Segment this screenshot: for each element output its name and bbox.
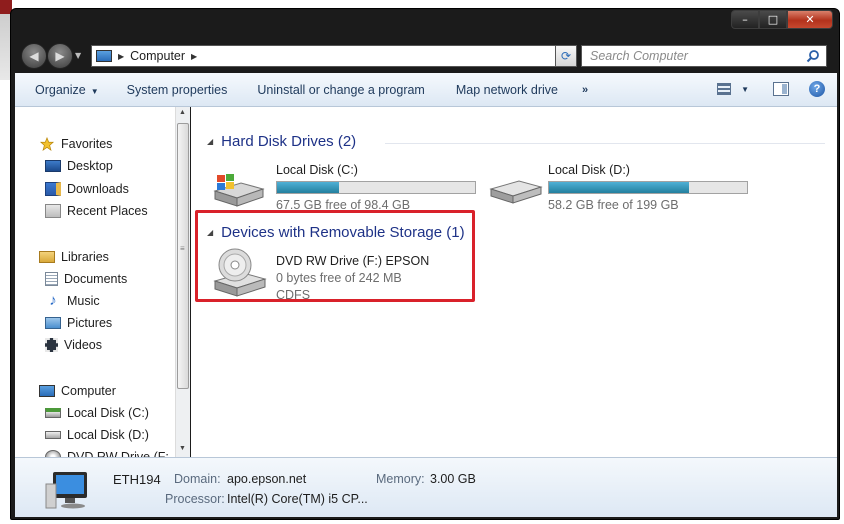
sidebar-item-downloads[interactable]: Downloads: [45, 182, 129, 196]
sidebar-item-label: Recent Places: [67, 204, 148, 218]
domain-value: apo.epson.net: [227, 472, 307, 486]
drive-icon: [489, 180, 543, 204]
sidebar-item-recent-places[interactable]: Recent Places: [45, 204, 148, 218]
search-input[interactable]: [582, 46, 792, 66]
sidebar-item-local-disk-d[interactable]: Local Disk (D:): [45, 428, 149, 442]
sidebar-item-label: Local Disk (C:): [67, 406, 149, 420]
back-button[interactable]: ◀: [21, 43, 47, 69]
forward-arrow-icon: ▶: [55, 49, 65, 63]
breadcrumb-chevron-icon[interactable]: ▶: [191, 52, 197, 61]
navigation-scrollbar[interactable]: ▲ ≡ ▼: [175, 107, 190, 457]
processor-label: Processor:: [165, 492, 225, 506]
sidebar-item-label: Favorites: [61, 137, 113, 151]
libraries-icon: [39, 251, 55, 263]
drive-usage-bar: [276, 181, 476, 194]
sidebar-item-label: Documents: [64, 272, 128, 286]
change-view-button[interactable]: ▼: [717, 83, 749, 95]
chevron-down-icon: ▼: [741, 84, 749, 94]
memory-label: Memory:: [376, 472, 425, 486]
views-icon: [717, 83, 732, 95]
drive-free-space: 58.2 GB free of 199 GB: [548, 198, 679, 212]
computer-name: ETH194: [113, 472, 161, 487]
recent-pages-dropdown-icon[interactable]: ▼: [75, 51, 81, 60]
more-commands-button[interactable]: »: [582, 84, 588, 96]
drive-name: Local Disk (C:): [276, 163, 358, 177]
drive-usage-fill: [549, 182, 690, 193]
scrollbar-thumb[interactable]: ≡: [177, 123, 189, 389]
refresh-button[interactable]: ⟳: [555, 45, 577, 67]
minimize-button[interactable]: –: [731, 10, 759, 29]
desktop-icon: [45, 160, 61, 172]
sidebar-item-label: Libraries: [61, 250, 109, 264]
computer-icon: [39, 385, 55, 397]
computer-monitor-icon: [45, 472, 87, 509]
sidebar-item-label: Desktop: [67, 159, 113, 173]
back-arrow-icon: ◀: [29, 49, 39, 63]
maximize-button[interactable]: □: [759, 10, 787, 29]
downloads-icon: [45, 182, 61, 196]
sidebar-item-local-disk-c[interactable]: Local Disk (C:): [45, 406, 149, 420]
computer-icon: [96, 50, 112, 62]
sidebar-item-pictures[interactable]: Pictures: [45, 316, 112, 330]
caption-buttons: – □ ✕: [731, 10, 833, 29]
group-hard-disk-drives[interactable]: ◢ Hard Disk Drives (2): [207, 133, 356, 150]
details-pane: ETH194 Domain: apo.epson.net Memory: 3.0…: [15, 457, 837, 517]
chevron-down-icon: ▼: [90, 86, 99, 96]
windows-drive-icon: [213, 174, 265, 207]
highlight-box: [195, 210, 475, 302]
breadcrumb-chevron-icon[interactable]: ▶: [118, 52, 124, 61]
uninstall-program-button[interactable]: Uninstall or change a program: [257, 83, 424, 97]
windows-drive-icon: [45, 408, 61, 418]
music-icon: ♪: [49, 292, 57, 309]
sidebar-item-label: Videos: [64, 338, 102, 352]
navigation-pane: Favorites Desktop Downloads Recent Place…: [15, 107, 190, 464]
memory-value: 3.00 GB: [430, 472, 476, 486]
organize-label: Organize: [35, 82, 86, 97]
scroll-up-icon[interactable]: ▲: [179, 109, 186, 116]
videos-icon: [45, 338, 58, 352]
sidebar-item-libraries[interactable]: Libraries: [39, 250, 109, 264]
group-header-label: Hard Disk Drives (2): [221, 133, 357, 150]
address-row: ◀ ▶ ▼ ▶ Computer ▶ ▼ ⟳: [11, 39, 839, 73]
organize-button[interactable]: Organize ▼: [35, 83, 99, 97]
group-divider: [385, 143, 825, 144]
star-icon: [39, 137, 55, 151]
sidebar-item-videos[interactable]: Videos: [45, 338, 102, 352]
drive-usage-bar: [548, 181, 748, 194]
sidebar-item-label: Music: [67, 294, 100, 308]
sidebar-item-label: Computer: [61, 384, 116, 398]
system-properties-button[interactable]: System properties: [127, 83, 228, 97]
sidebar-item-label: Local Disk (D:): [67, 428, 149, 442]
drive-icon: [45, 431, 61, 439]
drive-name: Local Disk (D:): [548, 163, 630, 177]
recent-places-icon: [45, 204, 61, 218]
documents-icon: [45, 272, 58, 286]
sidebar-item-label: Pictures: [67, 316, 113, 330]
close-button[interactable]: ✕: [787, 10, 833, 29]
command-bar: Organize ▼ System properties Uninstall or…: [15, 73, 837, 107]
processor-value: Intel(R) Core(TM) i5 CP...: [227, 492, 368, 506]
drive-usage-fill: [277, 182, 340, 193]
breadcrumb-computer[interactable]: Computer: [130, 49, 185, 63]
grip-icon: ≡: [180, 244, 185, 253]
refresh-icon: ⟳: [560, 49, 572, 63]
domain-label: Domain:: [174, 472, 221, 486]
sidebar-item-documents[interactable]: Documents: [45, 272, 127, 286]
search-icon[interactable]: [806, 49, 820, 63]
collapse-triangle-icon: ◢: [207, 137, 214, 146]
forward-button[interactable]: ▶: [47, 43, 73, 69]
sidebar-item-music[interactable]: ♪ Music: [45, 292, 100, 309]
sidebar-item-computer[interactable]: Computer: [39, 384, 116, 398]
address-bar[interactable]: ▶ Computer ▶ ▼: [91, 45, 575, 67]
scroll-down-icon[interactable]: ▼: [179, 445, 186, 452]
pictures-icon: [45, 317, 61, 329]
search-box: [581, 45, 827, 67]
toolbar-right: ▼ ?: [717, 81, 825, 97]
map-network-drive-button[interactable]: Map network drive: [456, 83, 558, 97]
sidebar-item-label: Downloads: [67, 182, 129, 196]
sidebar-item-desktop[interactable]: Desktop: [45, 159, 113, 173]
help-icon[interactable]: ?: [809, 81, 825, 97]
preview-pane-icon[interactable]: [773, 82, 789, 96]
sidebar-item-favorites[interactable]: Favorites: [39, 137, 112, 151]
